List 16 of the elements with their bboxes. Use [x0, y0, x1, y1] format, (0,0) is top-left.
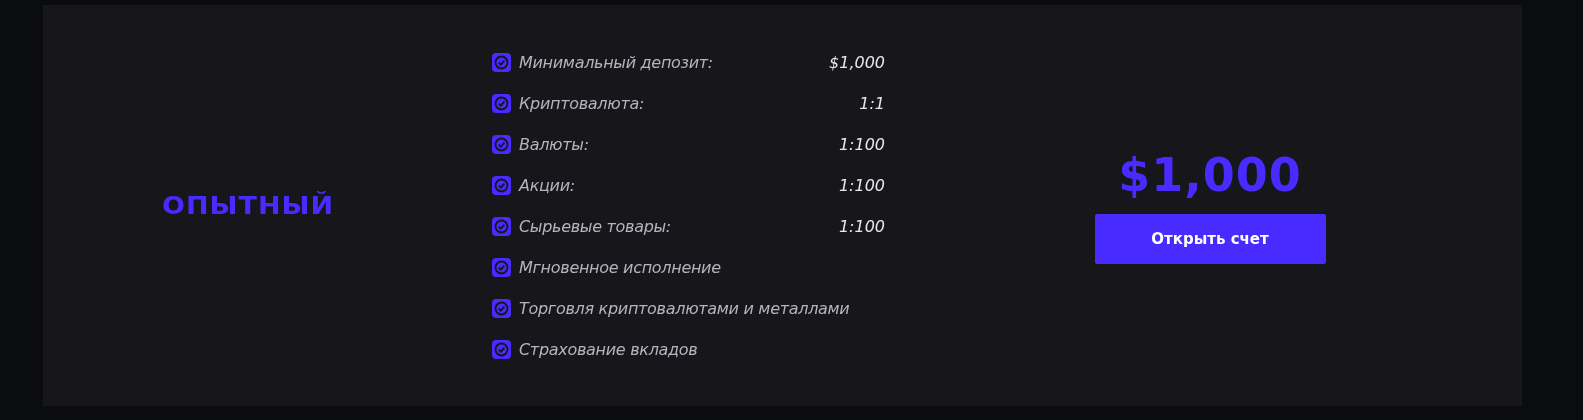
- feature-label: Мгновенное исполнение: [519, 257, 722, 277]
- feature-label: Торговля криптовалютами и металлами: [519, 298, 851, 318]
- feature-value: 1:100: [838, 175, 885, 195]
- feature-value: 1:1: [859, 93, 885, 113]
- feature-label: Страхование вкладов: [519, 339, 699, 359]
- feature-label: Акции:: [519, 175, 576, 195]
- price: $1,000: [1118, 147, 1302, 202]
- open-account-button[interactable]: Открыть счет: [1094, 213, 1326, 264]
- feature-value: 1:100: [838, 216, 885, 236]
- feature-value: 1:100: [838, 134, 885, 154]
- plan-name: ОПЫТНЫЙ: [161, 191, 335, 220]
- feature-label: Криптовалюта:: [519, 93, 646, 113]
- feature-label: Валюты:: [519, 134, 590, 154]
- feature-value: $1,000: [829, 52, 885, 72]
- feature-label: Минимальный депозит:: [519, 52, 714, 72]
- feature-label: Сырьевые товары:: [519, 216, 672, 236]
